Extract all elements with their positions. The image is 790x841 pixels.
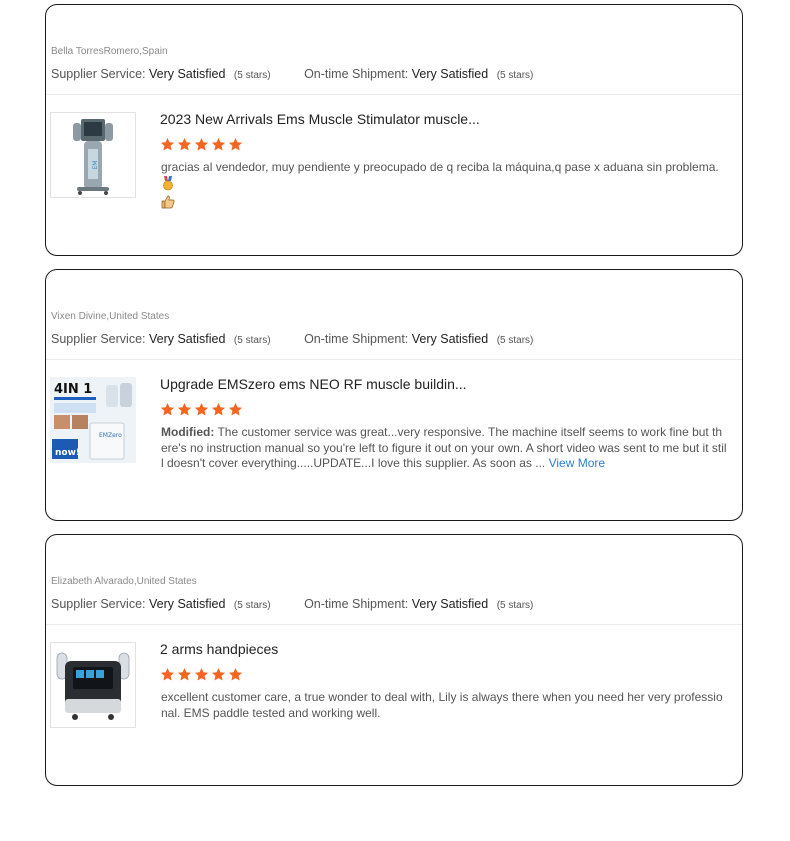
reviewer-name: Bella TorresRomero,Spain	[51, 46, 168, 57]
shipment-stars: (5 stars)	[496, 335, 534, 346]
product-thumbnail[interactable]: 4IN 1 EMZero now!	[50, 377, 136, 463]
shipment-value: Very Satisfied	[411, 332, 489, 346]
supplier-service-rating: Supplier Service: Very Satisfied (5 star…	[51, 597, 271, 611]
star-icon	[177, 402, 192, 416]
star-icon	[194, 402, 209, 416]
star-icon	[160, 402, 175, 416]
supplier-service-stars: (5 stars)	[233, 335, 271, 346]
product-title[interactable]: Upgrade EMSzero ems NEO RF muscle buildi…	[160, 376, 467, 392]
review-card: Elizabeth Alvarado,United States Supplie…	[45, 534, 743, 786]
review-body: excellent customer care, a true wonder t…	[161, 690, 723, 720]
view-more-link[interactable]: View More	[549, 456, 605, 470]
star-icon	[228, 667, 243, 681]
star-rating	[160, 402, 243, 417]
shipment-stars: (5 stars)	[496, 600, 534, 611]
shipment-stars: (5 stars)	[496, 70, 534, 81]
review-body: The customer service was great...very re…	[161, 425, 727, 470]
shipment-label: On-time Shipment:	[304, 597, 409, 611]
shipment-label: On-time Shipment:	[304, 67, 409, 81]
review-text: gracias al vendedor, muy pendiente y pre…	[161, 160, 727, 214]
thumbnail-brand: EMZero	[99, 432, 122, 439]
star-icon	[177, 137, 192, 151]
divider	[46, 94, 742, 95]
star-rating	[160, 667, 243, 682]
reviewer-name: Elizabeth Alvarado,United States	[51, 576, 197, 587]
supplier-service-rating: Supplier Service: Very Satisfied (5 star…	[51, 67, 271, 81]
star-icon	[228, 137, 243, 151]
supplier-service-label: Supplier Service:	[51, 597, 146, 611]
thumbnail-headline: 4IN 1	[54, 382, 92, 397]
divider	[46, 359, 742, 360]
divider	[46, 624, 742, 625]
reviewer-name: Vixen Divine,United States	[51, 311, 170, 322]
star-rating	[160, 137, 243, 152]
shipment-label: On-time Shipment:	[304, 332, 409, 346]
star-icon	[194, 667, 209, 681]
supplier-service-value: Very Satisfied	[148, 597, 226, 611]
review-card: Vixen Divine,United States Supplier Serv…	[45, 269, 743, 521]
supplier-service-label: Supplier Service:	[51, 332, 146, 346]
review-text: Modified: The customer service was great…	[161, 425, 727, 472]
thumbnail-badge: now!	[55, 448, 80, 458]
shipment-rating: On-time Shipment: Very Satisfied (5 star…	[304, 67, 533, 81]
product-title[interactable]: 2023 New Arrivals Ems Muscle Stimulator …	[160, 111, 480, 127]
star-icon	[160, 137, 175, 151]
star-icon	[211, 402, 226, 416]
star-icon	[211, 667, 226, 681]
shipment-value: Very Satisfied	[411, 67, 489, 81]
review-body: gracias al vendedor, muy pendiente y pre…	[161, 160, 719, 174]
shipment-value: Very Satisfied	[411, 597, 489, 611]
star-icon	[211, 137, 226, 151]
review-card: Bella TorresRomero,Spain Supplier Servic…	[45, 4, 743, 256]
product-thumbnail[interactable]: EM	[50, 112, 136, 198]
shipment-rating: On-time Shipment: Very Satisfied (5 star…	[304, 332, 533, 346]
supplier-service-label: Supplier Service:	[51, 67, 146, 81]
review-text: excellent customer care, a true wonder t…	[161, 690, 727, 721]
review-metrics: Supplier Service: Very Satisfied (5 star…	[51, 597, 533, 611]
shipment-rating: On-time Shipment: Very Satisfied (5 star…	[304, 597, 533, 611]
product-title[interactable]: 2 arms handpieces	[160, 641, 278, 657]
star-icon	[228, 402, 243, 416]
review-metrics: Supplier Service: Very Satisfied (5 star…	[51, 67, 533, 81]
star-icon	[160, 667, 175, 681]
medal-icon	[161, 175, 175, 196]
supplier-service-value: Very Satisfied	[148, 332, 226, 346]
supplier-service-value: Very Satisfied	[148, 67, 226, 81]
star-icon	[194, 137, 209, 151]
modified-label: Modified:	[161, 425, 215, 439]
product-thumbnail[interactable]	[50, 642, 136, 728]
star-icon	[177, 667, 192, 681]
supplier-service-stars: (5 stars)	[233, 70, 271, 81]
supplier-service-rating: Supplier Service: Very Satisfied (5 star…	[51, 332, 271, 346]
svg-text:EM: EM	[92, 161, 99, 170]
review-metrics: Supplier Service: Very Satisfied (5 star…	[51, 332, 533, 346]
supplier-service-stars: (5 stars)	[233, 600, 271, 611]
thumbs-up-icon	[161, 195, 175, 214]
